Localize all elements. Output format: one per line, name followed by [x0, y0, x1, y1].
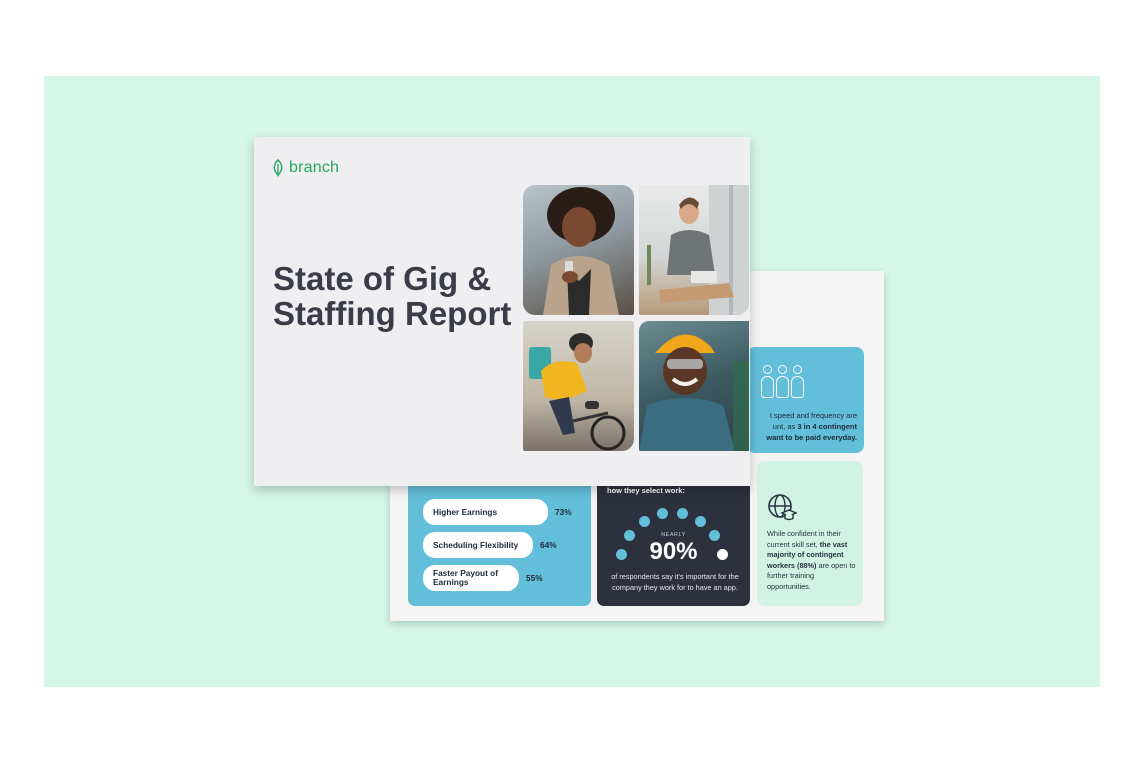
photo-courier-bike [523, 321, 634, 451]
page-title: State of Gig & Staffing Report [273, 260, 512, 332]
dot [657, 508, 668, 519]
logo: branch [272, 159, 339, 177]
photo-worker-hardhat [639, 321, 749, 451]
leaf-icon [273, 159, 283, 177]
dot [677, 508, 688, 519]
paid-everyday-card: t speed and frequency are unt, as 3 in 4… [747, 347, 864, 453]
front-cover: branch State of Gig & Staffing Report [254, 137, 750, 486]
photo-woman-phone [523, 185, 634, 315]
bar-value: 64% [540, 540, 557, 550]
bars-title: how they select work: [607, 486, 685, 495]
photo-woman-laptop [639, 185, 749, 315]
training-card: While confident in their current skill s… [757, 461, 863, 606]
big-stat: 90% [649, 538, 698, 565]
bar-row: Faster Payout of Earnings 55% [423, 565, 543, 591]
globe-graduation-icon [768, 494, 797, 521]
dot [639, 516, 650, 527]
bar-row: Higher Earnings 73% [423, 499, 572, 525]
bar-value: 73% [555, 507, 572, 517]
bar-label: Scheduling Flexibility [423, 532, 533, 558]
logo-text: branch [289, 159, 340, 176]
bar-value: 55% [526, 573, 543, 583]
bar-label: Higher Earnings [423, 499, 548, 525]
app-stat-card: how they select work: NEARLY 90% of resp… [597, 481, 750, 606]
app-stat-text: of respondents say it's important for th… [611, 572, 739, 592]
dot [695, 516, 706, 527]
bar-label: Faster Payout of Earnings [423, 565, 519, 591]
selection-bars-card: Higher Earnings 73% Scheduling Flexibili… [408, 481, 591, 606]
bar-row: Scheduling Flexibility 64% [423, 532, 557, 558]
paid-everyday-text: t speed and frequency are unt, as 3 in 4… [766, 411, 857, 442]
people-icon [761, 365, 804, 399]
training-text: While confident in their current skill s… [767, 529, 856, 591]
